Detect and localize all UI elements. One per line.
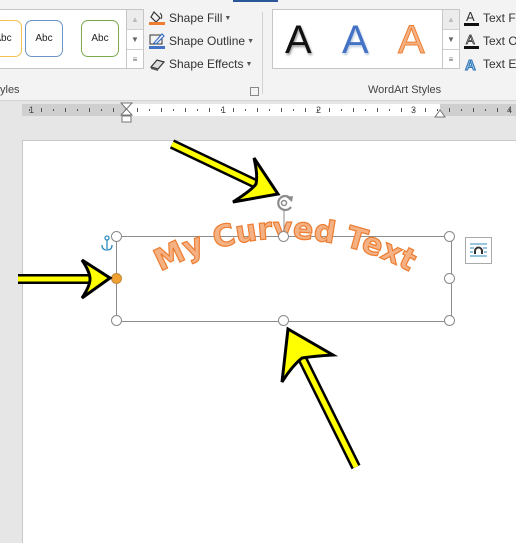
annotation-arrow-icon [169,139,281,204]
annotation-arrow-icon [280,326,361,470]
annotation-arrow-icon [18,258,113,300]
annotation-layer [18,139,361,470]
